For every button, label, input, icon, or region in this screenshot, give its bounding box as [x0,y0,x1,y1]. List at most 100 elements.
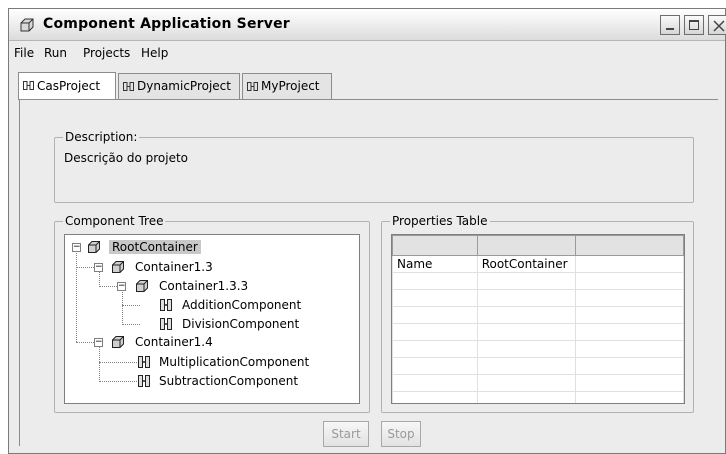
tree-node-container1-4[interactable]: Container1.4 [135,333,213,351]
table-cell [574,289,684,307]
tree-node-additioncomponent[interactable]: AdditionComponent [182,296,301,314]
table-cell [574,306,684,324]
table-cell [476,323,576,341]
table-cell [574,391,684,403]
table-cell [392,289,478,307]
table-cell [476,340,576,358]
tree-node-subtractioncomponent[interactable]: SubtractionComponent [159,372,298,390]
tree-node-label: RootContainer [109,240,201,254]
component-icon [160,299,172,311]
table-cell [574,323,684,341]
project-icon [247,82,258,91]
container-icon [88,241,100,253]
description-legend: Description: [63,129,140,145]
menu-help[interactable]: Help [141,46,168,60]
table-cell [574,374,684,392]
tree-node-divisioncomponent[interactable]: DivisionComponent [182,315,299,333]
description-group: Description: Descrição do projeto [54,129,694,203]
tree-node-label: DivisionComponent [182,317,300,331]
menu-file[interactable]: File [14,46,34,60]
tree-node-label: Container1.3.3 [159,279,249,293]
close-icon [713,20,725,32]
table-row[interactable] [392,272,684,290]
close-button[interactable] [708,15,726,35]
table-row[interactable] [392,340,684,358]
table-cell [392,272,478,290]
project-icon [123,82,134,91]
tab-casproject[interactable]: CasProject [18,72,116,100]
table-row[interactable] [392,289,684,307]
minimize-icon [666,28,674,30]
tree-node-rootcontainer[interactable]: RootContainer [109,238,201,256]
tab-label: MyProject [261,79,320,93]
table-cell [476,391,576,403]
tree-node-container1-3[interactable]: Container1.3 [135,258,213,276]
menu-projects[interactable]: Projects [83,46,130,60]
table-row[interactable] [392,374,684,392]
maximize-icon [689,20,699,30]
tree-node-container1-3-3[interactable]: Container1.3.3 [159,277,248,295]
table-cell: RootContainer [476,255,576,273]
column-header[interactable] [392,235,478,256]
table-cell [392,357,478,375]
table-header-row [392,235,684,256]
window-title: Component Application Server [43,16,290,32]
minimize-button[interactable] [660,15,680,35]
table-cell [392,340,478,358]
table-row[interactable] [392,323,684,341]
table-cell [476,289,576,307]
maximize-button[interactable] [684,15,704,35]
tab-label: DynamicProject [137,79,231,93]
component-icon [138,375,150,387]
properties-table[interactable]: Name RootContainer [391,234,685,404]
table-cell [574,255,684,273]
tab-myproject[interactable]: MyProject [242,73,332,99]
properties-legend: Properties Table [390,213,490,229]
menu-run[interactable]: Run [44,46,67,60]
table-cell [392,306,478,324]
tree-node-label: SubtractionComponent [159,374,299,388]
tree-expander[interactable]: − [94,338,103,347]
table-row[interactable]: Name RootContainer [392,255,684,273]
container-icon [112,261,124,273]
component-tree-legend: Component Tree [63,213,166,229]
table-cell [476,357,576,375]
tree-node-label: Container1.4 [135,335,213,349]
table-cell [392,374,478,392]
table-row[interactable] [392,391,684,403]
table-cell: Name [392,255,478,273]
project-icon [23,81,34,90]
app-icon [20,18,34,32]
component-tree[interactable]: − RootContainer − Container1.3 − Contain… [64,234,360,404]
container-icon [112,336,124,348]
tree-node-label: AdditionComponent [182,298,302,312]
component-icon [160,318,172,330]
tree-expander[interactable]: − [117,282,126,291]
tree-expander[interactable]: − [72,243,81,252]
title-bar[interactable]: Component Application Server [9,9,726,41]
column-header[interactable] [476,235,576,256]
start-button[interactable]: Start [323,421,369,447]
tree-expander[interactable]: − [94,263,103,272]
table-cell [574,357,684,375]
table-cell [574,340,684,358]
properties-grid: Name RootContainer [392,235,684,403]
menu-bar: File Run Projects Help [9,42,725,64]
tree-node-multiplicationcomponent[interactable]: MultiplicationComponent [159,353,309,371]
table-row[interactable] [392,306,684,324]
table-cell [392,391,478,403]
table-row[interactable] [392,357,684,375]
tab-dynamicproject[interactable]: DynamicProject [118,73,240,99]
stop-button[interactable]: Stop [381,421,421,447]
tab-label: CasProject [37,79,101,93]
tree-node-label: Container1.3 [135,260,213,274]
container-icon [136,280,148,292]
component-icon [138,356,150,368]
table-cell [392,323,478,341]
table-cell [476,306,576,324]
table-cell [476,272,576,290]
table-cell [574,272,684,290]
column-header[interactable] [574,235,684,256]
description-text: Descrição do projeto [64,151,189,165]
table-cell [476,374,576,392]
